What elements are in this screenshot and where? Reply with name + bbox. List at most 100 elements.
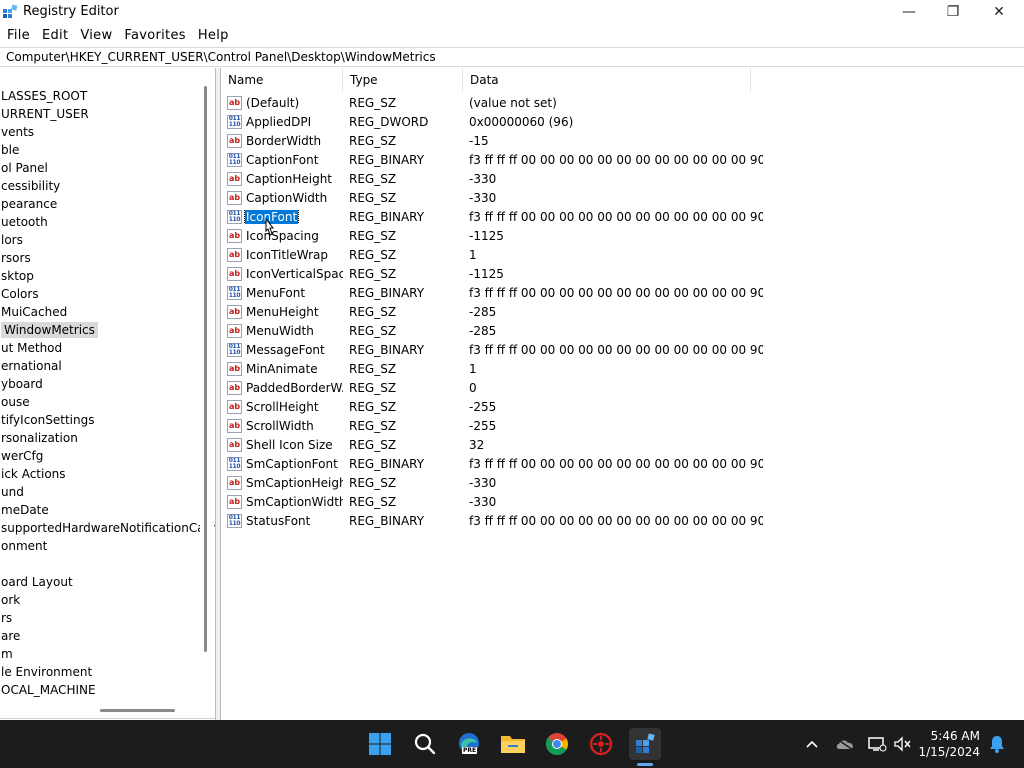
tree-item[interactable]: LASSES_ROOT [0, 87, 200, 105]
tree-pane[interactable]: LASSES_ROOT URRENT_USER vents ble ol Panel ce… [0, 68, 216, 720]
column-type-header[interactable]: Type [343, 68, 463, 92]
table-row[interactable]: 011 110 MenuFont REG_BINARY f3 ff ff ff 00 … [221, 283, 1024, 302]
tree-item[interactable]: le Environment [0, 663, 200, 681]
tree-item[interactable]: oard Layout [0, 573, 200, 591]
tree-item[interactable]: ernational [0, 357, 200, 375]
tree-item[interactable]: Colors [0, 285, 200, 303]
close-button[interactable]: ✕ [976, 0, 1022, 24]
onedrive-icon[interactable] [834, 720, 856, 768]
values-pane[interactable]: Name Type Data ab (Default) REG_SZ (value n… [220, 68, 1024, 720]
table-row[interactable]: ab SmCaptionWidth REG_SZ -330 [221, 492, 1024, 511]
tree-item[interactable]: meDate [0, 501, 200, 519]
registry-editor-taskbar-icon[interactable] [629, 728, 661, 760]
value-data-cell: -330 [469, 475, 497, 490]
notification-bell-icon[interactable] [986, 720, 1008, 768]
scroll-thumb[interactable] [204, 86, 207, 652]
chrome-icon[interactable] [541, 728, 573, 760]
file-explorer-icon[interactable] [497, 728, 529, 760]
value-name: MenuHeight [246, 304, 319, 319]
scroll-thumb[interactable] [100, 709, 175, 712]
windows-start-icon[interactable] [364, 728, 396, 760]
value-data-cell: 1 [469, 361, 477, 376]
tree-item[interactable]: ork [0, 591, 200, 609]
table-row[interactable]: ab CaptionWidth REG_SZ -330 [221, 188, 1024, 207]
minimize-button[interactable]: — [886, 0, 932, 24]
tree-item[interactable]: are [0, 627, 200, 645]
table-row[interactable]: ab (Default) REG_SZ (value not set) [221, 93, 1024, 112]
clock-time: 5:46 AM [930, 729, 980, 743]
table-row[interactable]: 011 110 MessageFont REG_BINARY f3 ff ff ff … [221, 340, 1024, 359]
tree-item[interactable]: URRENT_USER [0, 105, 200, 123]
tree-item[interactable]: MuiCached [0, 303, 200, 321]
table-row[interactable]: 011 110 StatusFont REG_BINARY f3 ff ff ff 0… [221, 511, 1024, 530]
tree-item[interactable]: rsors [0, 249, 200, 267]
tree-item[interactable]: lors [0, 231, 200, 249]
tree-item-label: meDate [1, 503, 49, 517]
tree-item[interactable]: und [0, 483, 200, 501]
table-row[interactable]: 011 110 CaptionFont REG_BINARY f3 ff ff ff … [221, 150, 1024, 169]
table-row[interactable]: ab IconSpacing REG_SZ -1125 [221, 226, 1024, 245]
tree-item-label: ble [1, 143, 20, 157]
tree-item[interactable]: ble [0, 141, 200, 159]
table-row[interactable]: ab BorderWidth REG_SZ -15 [221, 131, 1024, 150]
tree-item[interactable]: vents [0, 123, 200, 141]
menu-edit[interactable]: Edit [36, 28, 74, 43]
tree-item[interactable]: cessibility [0, 177, 200, 195]
tree-horizontal-scrollbar[interactable] [0, 704, 200, 716]
value-type-cell: REG_BINARY [349, 513, 425, 528]
table-row[interactable]: ab ScrollWidth REG_SZ -255 [221, 416, 1024, 435]
tree-item[interactable]: werCfg [0, 447, 200, 465]
tree-item[interactable]: rs [0, 609, 200, 627]
table-row[interactable]: ab SmCaptionHeight REG_SZ -330 [221, 473, 1024, 492]
tree-item[interactable]: onment [0, 537, 200, 555]
value-name: MessageFont [246, 342, 325, 357]
chevron-up-icon[interactable] [802, 720, 822, 768]
table-row[interactable]: ab IconVerticalSpac... REG_SZ -1125 [221, 264, 1024, 283]
icon-glyph: ab [228, 325, 241, 335]
table-row[interactable]: ab PaddedBorderW... REG_SZ 0 [221, 378, 1024, 397]
security-app-icon[interactable] [585, 728, 617, 760]
address-bar[interactable]: Computer\HKEY_CURRENT_USER\Control Panel… [0, 47, 1024, 67]
tree-item[interactable]: uetooth [0, 213, 200, 231]
search-icon[interactable] [409, 728, 441, 760]
menu-help[interactable]: Help [192, 28, 235, 43]
tree-item[interactable]: ouse [0, 393, 200, 411]
tree-item[interactable]: ol Panel [0, 159, 200, 177]
tree-item[interactable]: yboard [0, 375, 200, 393]
menu-view[interactable]: View [74, 28, 118, 43]
tree-item[interactable]: OCAL_MACHINE [0, 681, 200, 699]
tree-item[interactable]: tifyIconSettings [0, 411, 200, 429]
table-row[interactable]: ab MinAnimate REG_SZ 1 [221, 359, 1024, 378]
tree-item-label: ol Panel [1, 161, 48, 175]
menu-file[interactable]: File [1, 28, 36, 43]
table-row[interactable]: ab CaptionHeight REG_SZ -330 [221, 169, 1024, 188]
table-row[interactable]: 011 110 SmCaptionFont REG_BINARY f3 ff ff f… [221, 454, 1024, 473]
column-data-header[interactable]: Data [463, 68, 751, 92]
tree-item[interactable]: ut Method [0, 339, 200, 357]
tree-item-label: ernational [1, 359, 62, 373]
tree-item[interactable]: rsonalization [0, 429, 200, 447]
table-row[interactable]: ab MenuWidth REG_SZ -285 [221, 321, 1024, 340]
system-clock[interactable]: 5:46 AM 1/15/2024 [916, 728, 980, 760]
tree-item[interactable]: pearance [0, 195, 200, 213]
table-row[interactable]: ab Shell Icon Size REG_SZ 32 [221, 435, 1024, 454]
tree-item[interactable]: supportedHardwareNotificationCach [0, 519, 215, 537]
tree-item[interactable]: m [0, 645, 200, 663]
edge-beta-icon[interactable]: PRE [453, 728, 485, 760]
tree-item[interactable]: ick Actions [0, 465, 200, 483]
table-row[interactable]: 011 110 AppliedDPI REG_DWORD 0x00000060 (96… [221, 112, 1024, 131]
table-row[interactable]: ab MenuHeight REG_SZ -285 [221, 302, 1024, 321]
tree-item[interactable]: sktop [0, 267, 200, 285]
column-name-header[interactable]: Name [221, 68, 343, 92]
tree-item[interactable] [0, 555, 200, 573]
volume-muted-icon[interactable] [892, 720, 914, 768]
network-icon[interactable] [866, 720, 888, 768]
tree-item[interactable]: WindowMetrics [0, 321, 200, 339]
table-row[interactable]: ab IconTitleWrap REG_SZ 1 [221, 245, 1024, 264]
maximize-button[interactable]: ❐ [930, 0, 976, 24]
table-row[interactable]: ab ScrollHeight REG_SZ -255 [221, 397, 1024, 416]
table-row[interactable]: 011 110 IconFont REG_BINARY f3 ff ff ff 00 … [221, 207, 1024, 226]
menu-favorites[interactable]: Favorites [118, 28, 191, 43]
tree-vertical-scrollbar[interactable] [200, 68, 214, 720]
value-name-cell: ab IconSpacing [221, 228, 343, 243]
